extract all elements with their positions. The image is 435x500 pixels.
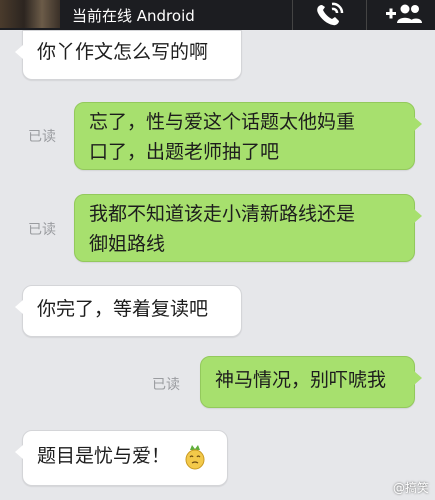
message-text-line: 御姐路线	[89, 233, 166, 255]
phone-icon	[317, 2, 344, 26]
pineapple-face-emoji-icon	[185, 444, 205, 469]
incoming-message-bubble[interactable]: 你完了，等着复读吧	[15, 285, 242, 337]
message-text-line: 我都不知道该走小清新路线还是	[89, 203, 356, 225]
incoming-message-bubble[interactable]: 题目是忧与爱！	[15, 430, 228, 486]
incoming-message-bubble[interactable]: 你丫作文怎么写的啊	[15, 30, 242, 80]
watermark: @搞笑	[392, 481, 429, 495]
read-receipt: 已读	[152, 377, 180, 393]
contact-avatar[interactable]	[0, 0, 60, 28]
outgoing-message-bubble[interactable]: 忘了，性与爱这个话题太他妈重 口了，出题老师抽了吧	[74, 102, 422, 170]
header-divider	[292, 0, 293, 30]
call-button[interactable]	[300, 0, 360, 28]
add-contact-button[interactable]	[372, 0, 435, 28]
header-divider	[366, 0, 367, 30]
message-text-line: 口了，出题老师抽了吧	[89, 141, 280, 163]
read-receipt: 已读	[28, 129, 56, 145]
message-text-line: 忘了，性与爱这个话题太他妈重	[89, 111, 356, 133]
chat-header: 当前在线 Android	[0, 0, 435, 30]
message-text: 你完了，等着复读吧	[37, 298, 209, 320]
read-receipt: 已读	[28, 222, 56, 238]
message-text: 你丫作文怎么写的啊	[37, 41, 209, 63]
outgoing-message-bubble[interactable]: 神马情况，别吓唬我	[200, 356, 422, 408]
outgoing-message-bubble[interactable]: 我都不知道该走小清新路线还是 御姐路线	[74, 194, 422, 262]
message-text: 神马情况，别吓唬我	[215, 369, 387, 391]
message-text: 题目是忧与爱！	[37, 445, 171, 467]
online-status: 当前在线 Android	[72, 7, 195, 25]
add-person-icon	[385, 4, 422, 23]
